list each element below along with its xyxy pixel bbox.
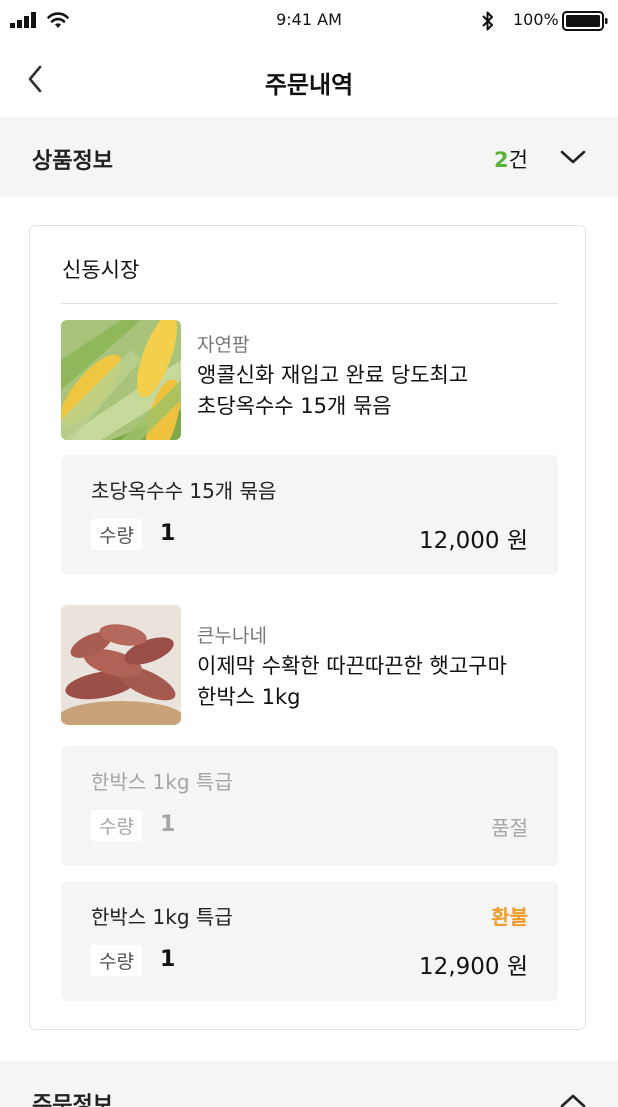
product-image-corn[interactable]: [61, 320, 181, 440]
chevron-up-icon[interactable]: [558, 1091, 588, 1107]
quantity-value: 1: [160, 812, 176, 837]
store-name: 신동시장: [62, 258, 140, 282]
item-count: 2건: [494, 144, 528, 174]
battery-icon: [562, 11, 608, 31]
seller-name: 자연팜: [197, 334, 250, 356]
product-name[interactable]: 이제막 수확한 따끈따끈한 햇고구마 한박스 1kg: [197, 651, 537, 713]
item-count-number: 2: [494, 148, 509, 172]
quantity-value: 1: [160, 947, 176, 972]
option-name: 한박스 1kg 특급: [91, 905, 233, 929]
divider: [61, 303, 558, 304]
option-price: 12,000 원: [419, 528, 528, 554]
option-price: 12,900 원: [419, 954, 528, 980]
product-name[interactable]: 앵콜신화 재입고 완료 당도최고 초당옥수수 15개 묶음: [197, 360, 537, 422]
product-info-header[interactable]: 상품정보 2건: [0, 117, 618, 197]
product-name-line1: 앵콜신화 재입고 완료 당도최고: [197, 363, 469, 387]
refund-badge: 환불: [491, 905, 528, 929]
soldout-badge: 품절: [491, 816, 528, 840]
status-bar: 9:41 AM 100%: [0, 0, 618, 40]
product-name-line2: 초당옥수수 15개 묶음: [197, 394, 392, 418]
section-title: 상품정보: [32, 149, 113, 174]
option-row: 초당옥수수 15개 묶음 수량 1 12,000 원: [61, 455, 558, 575]
item-count-unit: 건: [508, 148, 528, 172]
product-name-line1: 이제막 수확한 따끈따끈한 햇고구마: [197, 654, 507, 678]
page-title: 주문내역: [264, 71, 354, 99]
quantity-label: 수량: [91, 519, 142, 550]
quantity-label: 수량: [91, 945, 142, 976]
battery-percent: 100%: [513, 10, 559, 29]
chevron-down-icon[interactable]: [558, 147, 588, 167]
order-info-header[interactable]: 주문정보: [0, 1061, 618, 1107]
seller-name: 큰누나네: [197, 625, 267, 647]
bluetooth-icon: [482, 11, 493, 31]
option-row-soldout: 한박스 1kg 특급 수량 1 품절: [61, 746, 558, 866]
product-image-sweet-potato[interactable]: [61, 605, 181, 725]
quantity-label: 수량: [91, 810, 142, 841]
option-name: 한박스 1kg 특급: [91, 770, 233, 794]
section-title: 주문정보: [32, 1093, 113, 1107]
option-name: 초당옥수수 15개 묶음: [91, 479, 277, 503]
nav-bar: 주문내역: [0, 50, 618, 110]
store-order-card: 신동시장 자연팜 앵콜신화 재입고 완료 당도최고 초당옥수수 15개 묶음 초…: [29, 225, 586, 1030]
product-name-line2: 한박스 1kg: [197, 685, 301, 709]
option-row-refund: 한박스 1kg 특급 환불 수량 1 12,900 원: [61, 881, 558, 1001]
quantity-value: 1: [160, 521, 176, 546]
